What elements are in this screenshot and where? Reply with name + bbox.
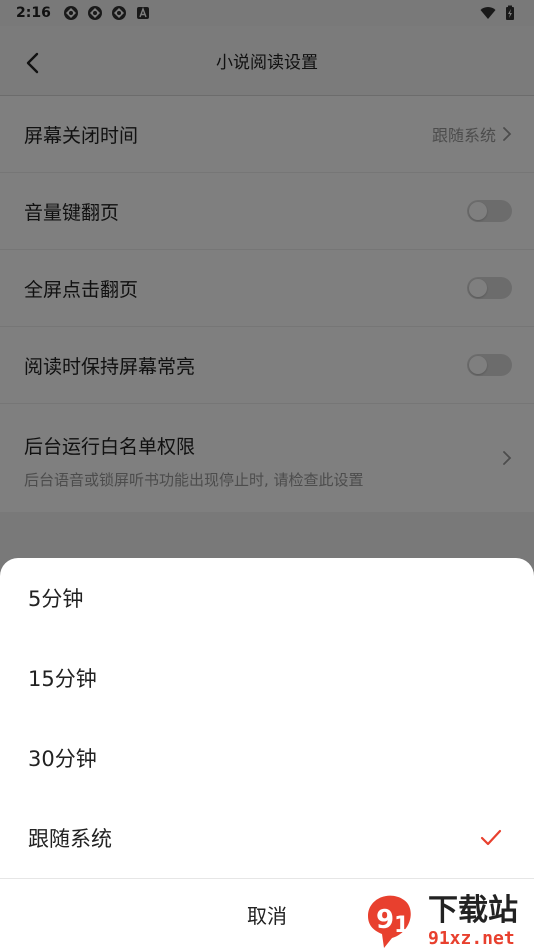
svg-text:9: 9 (376, 905, 394, 935)
option-label: 5分钟 (28, 587, 84, 611)
option-label: 30分钟 (28, 747, 97, 771)
option-label: 跟随系统 (28, 827, 112, 851)
option-5-minutes[interactable]: 5分钟 (0, 558, 534, 638)
option-label: 15分钟 (28, 667, 97, 691)
option-15-minutes[interactable]: 15分钟 (0, 638, 534, 718)
screen: 2:16 小说阅读设置 屏幕关闭时间 跟随系统 音量键翻页 (0, 0, 534, 950)
watermark-brand: 下载站 (428, 893, 518, 928)
watermark-91-mark-icon: 9 1 (368, 895, 411, 948)
check-icon (480, 829, 502, 846)
watermark-logo: 9 1 下载站 91xz.net (368, 893, 518, 949)
watermark-site: 91xz.net (428, 928, 515, 949)
option-30-minutes[interactable]: 30分钟 (0, 718, 534, 798)
option-follow-system[interactable]: 跟随系统 (0, 798, 534, 878)
svg-text:1: 1 (394, 913, 409, 938)
